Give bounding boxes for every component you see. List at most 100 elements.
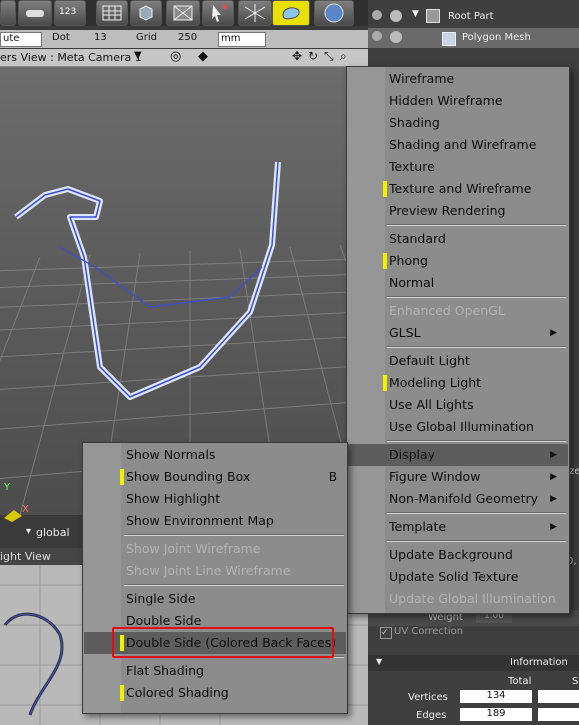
lock-icon[interactable] — [390, 10, 402, 22]
menu-item-update-background[interactable]: Update Background — [389, 544, 563, 566]
zoom-icon[interactable]: ⤡ — [324, 49, 334, 64]
menu-item-texture[interactable]: Texture — [389, 156, 563, 178]
tree-row-root[interactable]: ▼ Root Part — [368, 8, 579, 28]
cube-icon[interactable] — [130, 0, 162, 26]
pan-icon[interactable]: ✥ — [292, 49, 302, 63]
menu-item-modeling-light[interactable]: Modeling Light — [383, 372, 563, 394]
check-mark-icon — [120, 685, 124, 701]
rotate-icon[interactable]: ↻ — [308, 49, 318, 63]
menu-item-standard[interactable]: Standard — [389, 228, 563, 250]
search-icon[interactable]: ⌕ — [340, 49, 347, 64]
cursor-icon[interactable] — [202, 0, 234, 26]
checkbox-icon[interactable]: ✓ — [380, 627, 392, 639]
menu-item-label: Show Joint Line Wireframe — [126, 563, 291, 578]
chevron-down-icon[interactable]: ▾ — [26, 526, 31, 537]
menu-item-hidden-wireframe[interactable]: Hidden Wireframe — [389, 90, 563, 112]
menu-item-show-bounding-box[interactable]: Show Bounding Box B — [120, 466, 341, 488]
view-menu-chevron-icon[interactable]: ▼ — [134, 50, 142, 61]
expand-icon[interactable]: ▼ — [412, 9, 419, 19]
menu-item-show-highlight[interactable]: Show Highlight — [126, 488, 341, 510]
visibility-icon[interactable] — [372, 31, 382, 41]
menu-item-label: Double Side — [126, 613, 202, 628]
menu-item-glsl[interactable]: GLSL ▶ — [389, 322, 563, 344]
menu-item-figure-window[interactable]: Figure Window ▶ — [389, 466, 563, 488]
menu-item-flat-shading[interactable]: Flat Shading — [126, 660, 341, 682]
menu-item-shading[interactable]: Shading — [389, 112, 563, 134]
menu-item-colored-shading[interactable]: Colored Shading — [120, 682, 341, 704]
grid-icon[interactable] — [96, 0, 128, 26]
menu-item-phong[interactable]: Phong — [383, 250, 563, 272]
menu-item-wireframe[interactable]: Wireframe — [389, 68, 563, 90]
partial-label: ze — [569, 466, 579, 477]
tree-child-label: Polygon Mesh — [462, 32, 531, 43]
view-title[interactable]: ers View : Meta Camera 1 — [0, 51, 142, 64]
counter-label: 123 — [59, 7, 77, 17]
unit-select[interactable]: mm — [218, 32, 266, 47]
menu-item-label: Shading — [389, 115, 440, 130]
menu-item-label: Texture — [389, 159, 435, 174]
visibility-icon[interactable] — [372, 10, 382, 20]
part-icon — [426, 9, 440, 23]
mesh-icon — [442, 32, 456, 46]
menu-item-display[interactable]: Display ▶ — [389, 444, 563, 466]
menu-separator — [387, 296, 566, 298]
car-icon[interactable] — [18, 0, 52, 26]
menu-item-texture-and-wireframe[interactable]: Texture and Wireframe — [383, 178, 563, 200]
menu-item-show-environment-map[interactable]: Show Environment Map — [126, 510, 341, 532]
check-mark-icon — [120, 469, 124, 485]
tree-row-mesh[interactable]: Polygon Mesh — [368, 28, 579, 48]
menu-item-label: Display — [389, 447, 436, 462]
snap-settings-bar: ute Dot 13 Grid 250 mm — [0, 30, 368, 48]
cube-view-icon[interactable]: ◆ — [198, 49, 208, 64]
menu-item-template[interactable]: Template ▶ — [389, 516, 563, 538]
axis-gizmo[interactable]: Y X ▾ global — [0, 470, 80, 540]
checker-icon[interactable] — [166, 0, 200, 26]
menu-item-preview-rendering[interactable]: Preview Rendering — [389, 200, 563, 222]
counter-button[interactable]: 123 — [54, 0, 86, 26]
menu-item-show-normals[interactable]: Show Normals — [126, 444, 341, 466]
shortcut-key: B — [328, 470, 337, 484]
snap-mode-select[interactable]: ute — [0, 32, 42, 47]
menu-item-use-global-illumination[interactable]: Use Global Illumination — [389, 416, 563, 438]
menu-item-label: Figure Window — [389, 469, 481, 484]
menu-separator — [387, 512, 566, 514]
information-header[interactable]: ▼ Information — [368, 655, 579, 671]
paint-icon[interactable] — [272, 0, 310, 26]
menu-separator — [124, 584, 344, 586]
submenu-arrow-icon: ▶ — [550, 328, 557, 338]
menu-item-label: Update Solid Texture — [389, 569, 519, 584]
uv-correction-row[interactable]: ✓ UV Correction — [378, 626, 578, 642]
sphere-icon[interactable] — [314, 0, 354, 26]
menu-separator — [387, 224, 566, 226]
menu-item-label: Texture and Wireframe — [389, 181, 532, 196]
dot-value-field[interactable]: 13 — [92, 32, 120, 45]
menu-item-label: Phong — [389, 253, 428, 268]
collapse-icon[interactable]: ▼ — [376, 657, 382, 666]
menu-item-non-manifold-geometry[interactable]: Non-Manifold Geometry ▶ — [389, 488, 563, 510]
menu-item-enhanced-opengl: Enhanced OpenGL — [389, 300, 563, 322]
menu-item-update-global-illumination: Update Global Illumination — [389, 588, 563, 610]
menu-item-label: Template — [389, 519, 447, 534]
menu-separator — [387, 540, 566, 542]
menu-item-label: Flat Shading — [126, 663, 204, 678]
lock-icon[interactable] — [390, 31, 402, 43]
menu-item-use-all-lights[interactable]: Use All Lights — [389, 394, 563, 416]
menu-item-shading-and-wireframe[interactable]: Shading and Wireframe — [389, 134, 563, 156]
submenu-arrow-icon: ▶ — [550, 494, 557, 504]
submenu-arrow-icon: ▶ — [550, 450, 557, 460]
submenu-arrow-icon: ▶ — [550, 472, 557, 482]
menu-item-update-solid-texture[interactable]: Update Solid Texture — [389, 566, 563, 588]
grid-value-field[interactable]: 250 — [176, 32, 210, 45]
wire-icon[interactable] — [238, 0, 272, 26]
view2-title[interactable]: ight View — [0, 550, 51, 563]
coordinate-space-label[interactable]: global — [36, 526, 70, 539]
menu-item-default-light[interactable]: Default Light — [389, 350, 563, 372]
tool-button-partial[interactable] — [0, 0, 16, 26]
menu-item-single-side[interactable]: Single Side — [126, 588, 341, 610]
information-title: Information — [510, 657, 568, 668]
target-icon[interactable]: ◎ — [170, 49, 181, 64]
menu-item-show-joint-line-wireframe: Show Joint Line Wireframe — [126, 560, 341, 582]
vertices-total: 134 — [460, 690, 532, 703]
menu-item-label: Show Highlight — [126, 491, 221, 506]
menu-item-normal[interactable]: Normal — [389, 272, 563, 294]
